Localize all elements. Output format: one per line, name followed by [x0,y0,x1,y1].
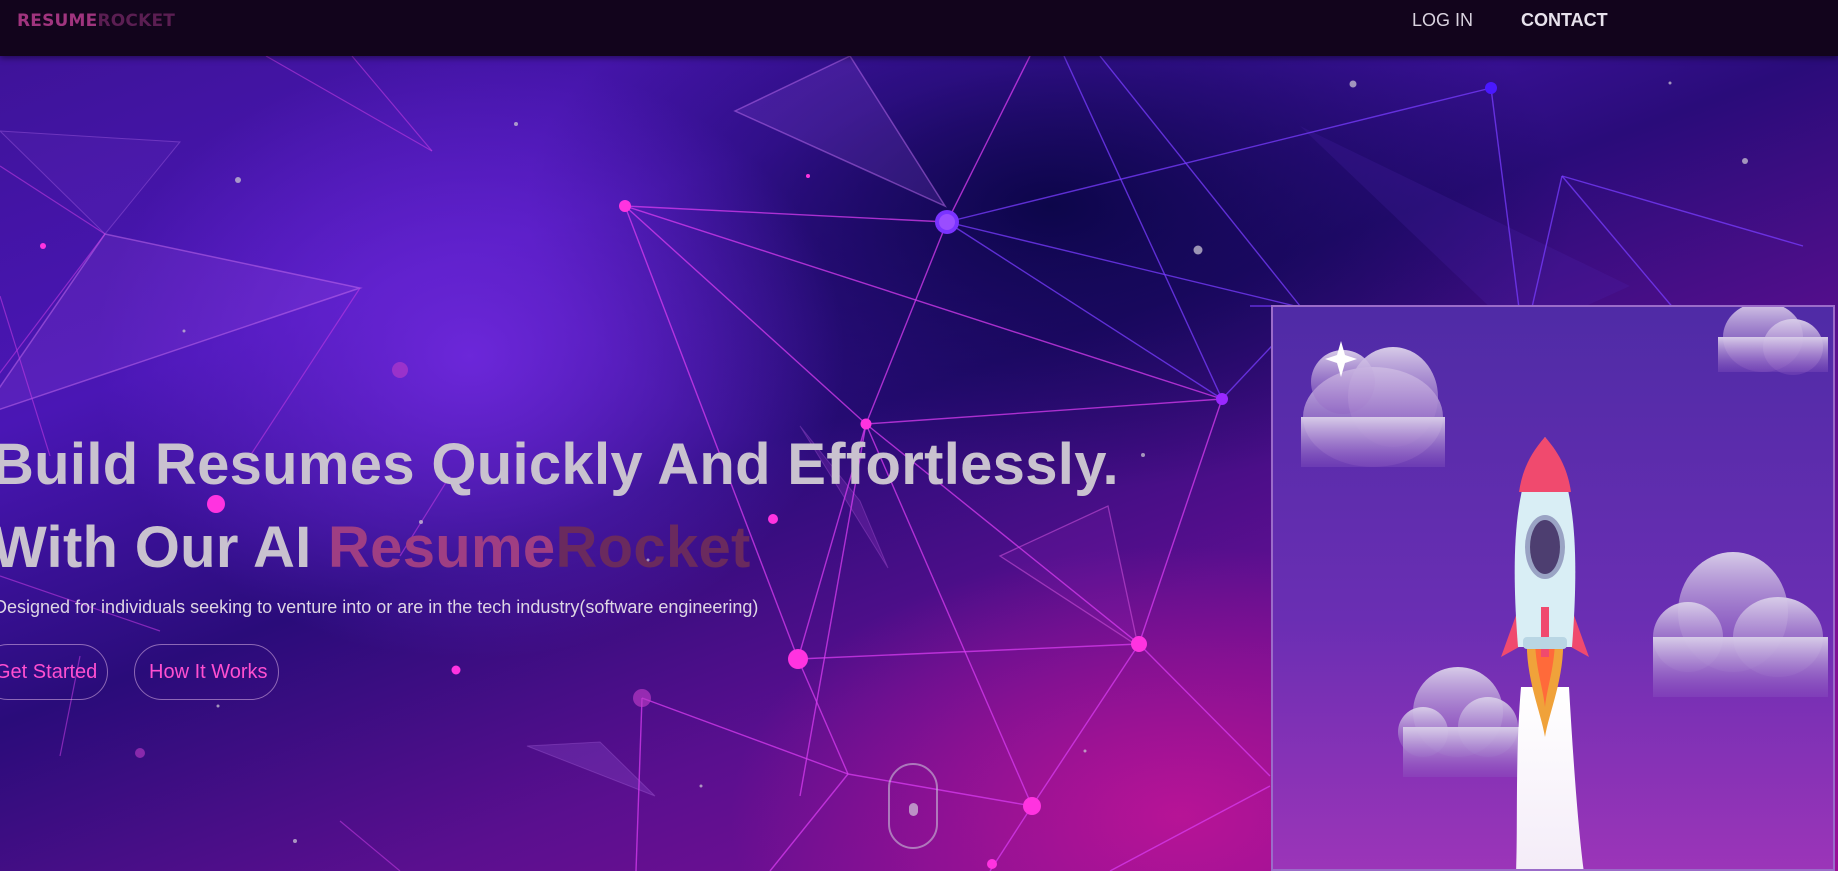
navbar: RESUMEROCKET LOG IN CONTACT [0,0,1838,56]
headline-line-2: With Our AI ResumeRocket [0,514,751,581]
get-started-button[interactable]: Get Started [0,644,108,700]
headline-line-1: Build Resumes Quickly And Effortlessly. [0,432,1119,497]
logo-part-resume: RESUME [17,11,98,31]
hero-subtitle: Designed for individuals seeking to vent… [0,597,759,617]
page: RESUMEROCKET LOG IN CONTACT Build Resume… [0,0,1838,871]
cloud-icon [1301,347,1445,467]
login-link[interactable]: LOG IN [1412,10,1473,31]
logo-part-rocket: ROCKET [97,11,176,31]
rocket-scene [1273,307,1833,869]
contact-link[interactable]: CONTACT [1521,10,1608,31]
scroll-wheel-dot [909,803,918,816]
headline-prefix: With Our AI [0,515,328,580]
hero-section: Build Resumes Quickly And Effortlessly. … [0,56,1838,871]
scroll-mouse-icon[interactable] [888,763,938,849]
brand-word-rocket: Rocket [555,515,751,580]
logo[interactable]: RESUMEROCKET [17,11,175,31]
rocket-illustration [1271,305,1835,871]
how-it-works-button[interactable]: How It Works [134,644,279,700]
brand-word-resume: Resume [328,515,556,580]
